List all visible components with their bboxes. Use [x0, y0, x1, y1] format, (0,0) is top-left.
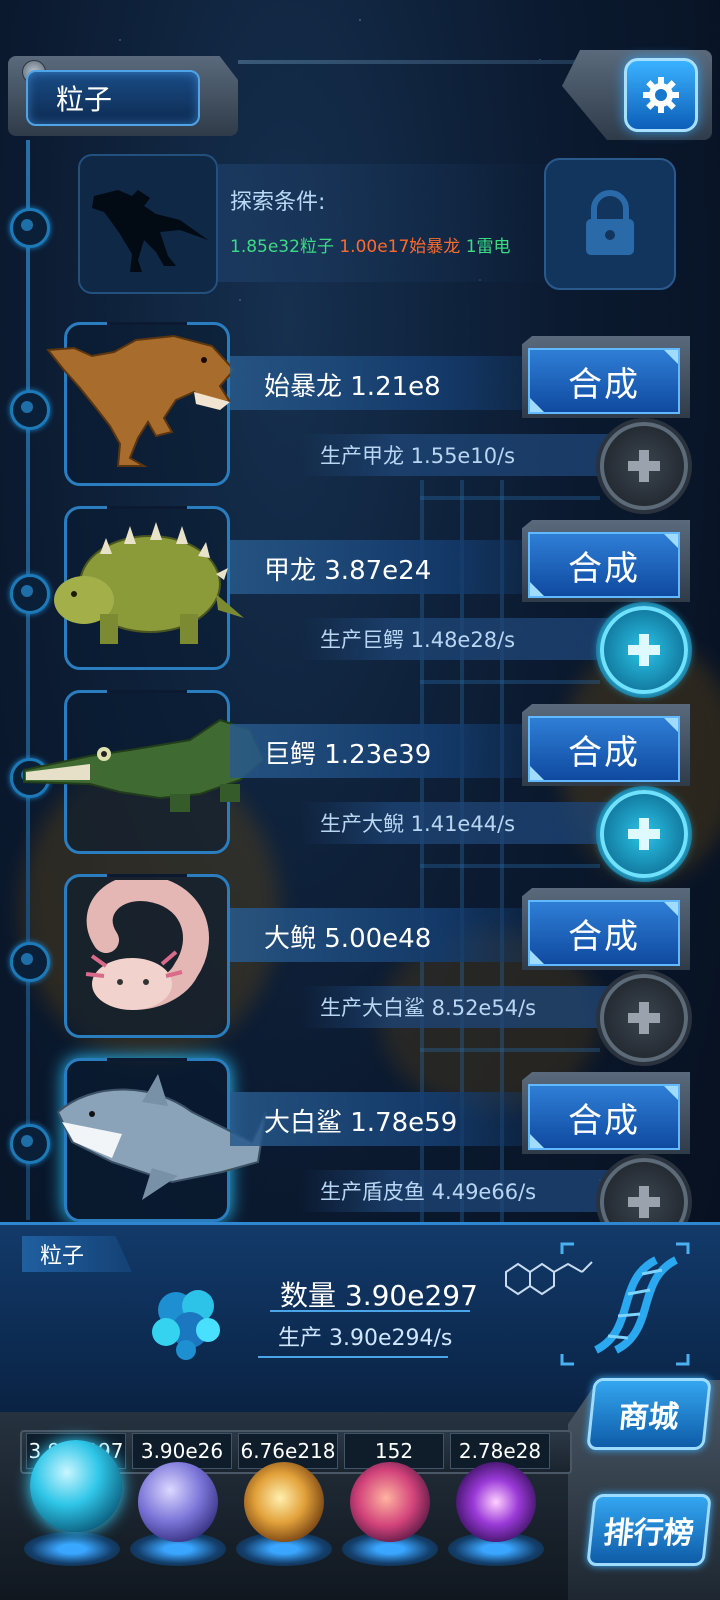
combine-button[interactable]: 合成	[528, 532, 680, 598]
plus-icon	[628, 1002, 660, 1034]
trex-icon	[46, 334, 236, 467]
timeline-lock-node	[10, 208, 50, 248]
ranking-button[interactable]: 排行榜	[586, 1494, 712, 1566]
lock-icon	[586, 190, 634, 255]
creature-row: 始暴龙 1.21e8 生产甲龙 1.55e10/s 合成	[0, 322, 720, 510]
creature-production: 生产盾皮鱼 4.49e66/s	[320, 1180, 537, 1204]
plus-icon	[628, 450, 660, 482]
combine-button[interactable]: 合成	[528, 1084, 680, 1150]
lock-button[interactable]	[544, 158, 676, 290]
combine-button[interactable]: 合成	[528, 716, 680, 782]
add-button[interactable]	[600, 606, 688, 694]
settings-button[interactable]	[624, 58, 698, 132]
particle-production: 生产 3.90e294/s	[278, 1326, 453, 1351]
condition-label: 探索条件:	[230, 190, 326, 215]
trex-silhouette-icon	[92, 190, 208, 272]
creature-row: 甲龙 3.87e24 生产巨鳄 1.48e28/s 合成	[0, 506, 720, 694]
plus-icon	[628, 1186, 660, 1218]
condition-requirements: 1.85e32粒子 1.00e17始暴龙 1雷电	[230, 232, 511, 257]
creature-row: 大白鲨 1.78e59 生产盾皮鱼 4.49e66/s 合成	[0, 1058, 720, 1246]
add-button[interactable]	[600, 422, 688, 510]
panel-tag-label: 粒子	[40, 1244, 85, 1269]
creature-name: 巨鳄 1.23e39	[264, 740, 432, 770]
rate-underline	[258, 1356, 448, 1358]
top-divider	[238, 60, 598, 64]
page-title: 粒子	[56, 83, 113, 116]
giant-salamander-icon	[85, 880, 209, 1010]
creature-production: 生产大白鲨 8.52e54/s	[320, 996, 537, 1020]
creature-row: 巨鳄 1.23e39 生产大鲵 1.41e44/s 合成	[0, 690, 720, 878]
creature-production: 生产大鲵 1.41e44/s	[320, 812, 516, 836]
add-button[interactable]	[600, 790, 688, 878]
lightning-orb-icon[interactable]	[138, 1462, 218, 1542]
creature-name: 大鲵 5.00e48	[264, 924, 432, 954]
particle-quantity: 数量 3.90e297	[280, 1279, 478, 1312]
plus-icon	[628, 818, 660, 850]
creature-production: 生产巨鳄 1.48e28/s	[320, 628, 516, 652]
combine-button[interactable]: 合成	[528, 348, 680, 414]
requirement-trex: 1.00e17始暴龙	[339, 237, 461, 257]
brain-orb-icon[interactable]	[350, 1462, 430, 1542]
creature-name: 大白鲨 1.78e59	[264, 1108, 458, 1138]
molecule-icon	[505, 1261, 593, 1296]
particle-orb-icon[interactable]	[30, 1440, 122, 1532]
title-box	[26, 70, 200, 126]
locked-portrait	[78, 154, 218, 294]
creature-production: 生产甲龙 1.55e10/s	[320, 444, 516, 468]
orb-pedestal	[24, 1532, 120, 1566]
combine-button[interactable]: 合成	[528, 900, 680, 966]
requirement-particles: 1.85e32粒子	[230, 237, 334, 257]
particle-cluster-icon	[152, 1290, 220, 1360]
requirement-thunder: 1雷电	[465, 237, 511, 257]
creature-name: 甲龙 3.87e24	[264, 556, 432, 586]
creature-row: 大鲵 5.00e48 生产大白鲨 8.52e54/s 合成	[0, 874, 720, 1062]
creature-name: 始暴龙 1.21e8	[264, 372, 441, 402]
ankylosaurus-icon	[54, 522, 244, 644]
plus-icon	[628, 634, 660, 666]
fire-orb-icon[interactable]	[244, 1462, 324, 1542]
add-button[interactable]	[600, 974, 688, 1062]
top-bar: 粒子	[8, 48, 712, 140]
locked-creature: 探索条件: 1.85e32粒子 1.00e17始暴龙 1雷电	[78, 150, 678, 294]
vortex-orb-icon[interactable]	[456, 1462, 536, 1542]
gear-icon	[643, 77, 679, 113]
locked-info-band	[218, 164, 548, 282]
shop-button[interactable]: 商城	[586, 1378, 712, 1450]
